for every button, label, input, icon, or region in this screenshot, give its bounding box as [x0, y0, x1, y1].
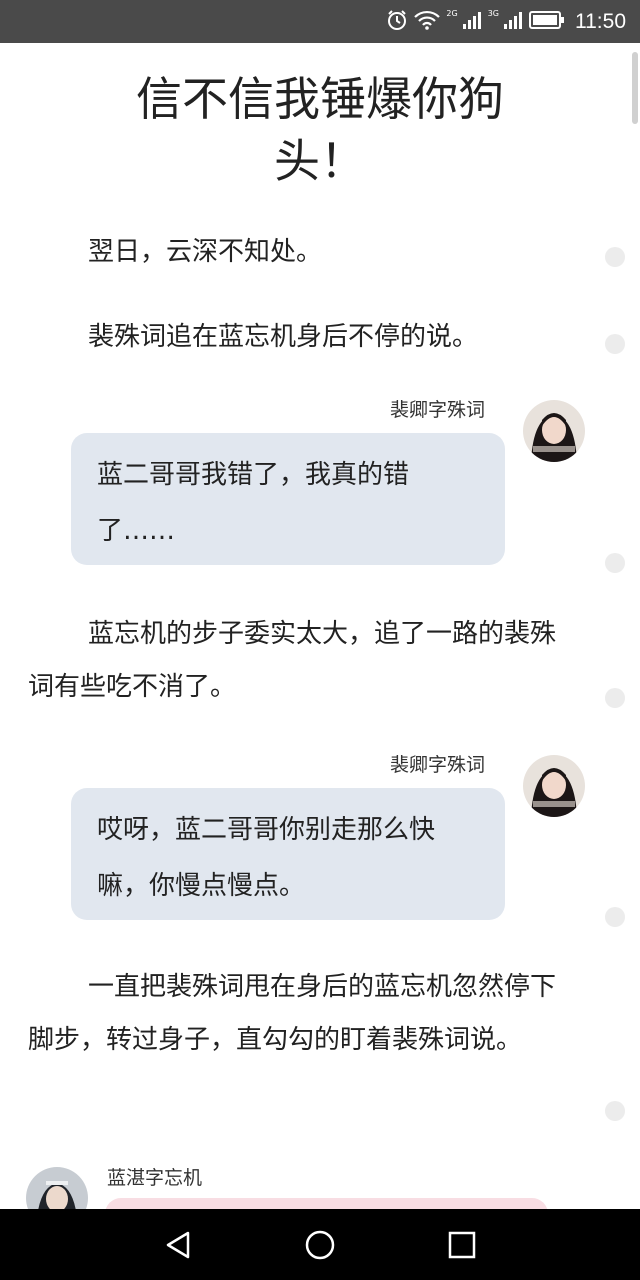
network-3g-label: 3G — [487, 8, 499, 18]
battery-icon — [529, 10, 565, 33]
paragraph-4: 一直把裴殊词甩在身后的蓝忘机忽然停下脚步，转过身子，直勾勾的盯着裴殊词说。 — [28, 972, 557, 1055]
back-triangle-icon[interactable] — [158, 1225, 198, 1265]
status-bar: 2G 3G 11:50 — [0, 0, 640, 43]
message-sender-name: 裴卿字殊词 — [390, 399, 486, 421]
status-icons: 2G 3G 11:50 — [386, 0, 626, 43]
paragraph-1: 翌日，云深不知处。 — [88, 237, 323, 267]
home-circle-icon[interactable] — [300, 1225, 340, 1265]
message-sender-name: 蓝湛字忘机 — [107, 1167, 203, 1189]
article-content[interactable]: 信不信我锤爆你狗头！ 翌日，云深不知处。 裴殊词追在蓝忘机身后不停的说。 裴卿字… — [0, 43, 640, 1209]
recent-square-icon[interactable] — [442, 1225, 482, 1265]
paragraph-comment-dot[interactable] — [605, 553, 625, 573]
scrollbar[interactable] — [632, 52, 638, 124]
network-2g-label: 2G — [446, 8, 458, 18]
paragraph-comment-dot[interactable] — [605, 334, 625, 354]
paragraph-comment-dot[interactable] — [605, 1101, 625, 1121]
signal-2g-icon — [462, 10, 482, 34]
paragraph-3: 蓝忘机的步子委实太大，追了一路的裴殊词有些吃不消了。 — [28, 619, 557, 702]
paragraph-comment-dot[interactable] — [605, 688, 625, 708]
status-time: 11:50 — [575, 9, 626, 33]
avatar-peiqing[interactable] — [523, 400, 585, 462]
message-bubble — [105, 1198, 548, 1209]
navigation-bar — [0, 1209, 640, 1280]
paragraph-2: 裴殊词追在蓝忘机身后不停的说。 — [88, 322, 479, 352]
avatar-peiqing[interactable] — [523, 755, 585, 817]
paragraph-comment-dot[interactable] — [605, 907, 625, 927]
avatar-lanzhan[interactable] — [26, 1167, 88, 1209]
wifi-icon — [414, 10, 441, 34]
signal-3g-icon — [503, 10, 523, 34]
article-title: 信不信我锤爆你狗头！ — [136, 72, 504, 188]
message-bubble: 哎呀，蓝二哥哥你别走那么快嘛，你慢点慢点。 — [71, 788, 505, 920]
message-bubble: 蓝二哥哥我错了，我真的错了…… — [71, 433, 505, 565]
message-sender-name: 裴卿字殊词 — [390, 754, 486, 776]
paragraph-comment-dot[interactable] — [605, 247, 625, 267]
alarm-icon — [386, 9, 408, 35]
